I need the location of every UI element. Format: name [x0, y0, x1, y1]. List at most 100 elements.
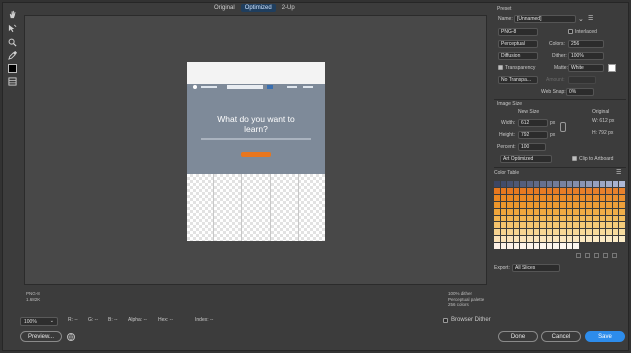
color-swatch[interactable] [520, 194, 526, 201]
tab-optimized[interactable]: Optimized [240, 4, 276, 12]
color-swatch[interactable] [599, 222, 606, 229]
zoom-level-select[interactable]: 100% ⌄ [20, 317, 58, 326]
color-swatch[interactable] [579, 187, 586, 194]
link-constrain-icon[interactable] [560, 122, 566, 132]
color-swatch[interactable] [573, 229, 579, 236]
color-swatch[interactable] [606, 201, 612, 208]
delete-color-icon[interactable] [612, 253, 617, 258]
color-swatch[interactable] [592, 187, 599, 194]
color-swatch[interactable] [553, 201, 559, 208]
color-reduction-select[interactable]: Perceptual [498, 40, 538, 48]
color-swatch[interactable] [599, 215, 606, 222]
color-swatch[interactable] [592, 236, 599, 243]
color-swatch[interactable] [494, 236, 500, 243]
colors-select[interactable]: 256 [568, 40, 604, 48]
color-swatch[interactable] [586, 236, 592, 243]
color-swatch[interactable] [586, 201, 592, 208]
color-swatch[interactable] [599, 229, 606, 236]
color-swatch[interactable] [599, 201, 606, 208]
color-swatch[interactable] [619, 222, 625, 229]
color-swatch[interactable] [494, 229, 500, 236]
color-swatch[interactable] [619, 201, 625, 208]
color-swatch[interactable] [526, 208, 533, 215]
color-swatch[interactable] [533, 194, 540, 201]
color-swatch[interactable] [612, 229, 619, 236]
eyedropper-icon[interactable] [6, 49, 18, 61]
color-swatch[interactable] [606, 229, 612, 236]
color-swatch[interactable] [599, 243, 606, 249]
browser-globe-icon[interactable] [67, 333, 75, 341]
color-table-menu-icon[interactable]: ☰ [616, 169, 621, 176]
color-swatch[interactable] [579, 215, 586, 222]
color-swatch[interactable] [579, 243, 586, 249]
color-swatch[interactable] [553, 181, 559, 187]
color-swatch[interactable] [566, 208, 573, 215]
color-swatch[interactable] [579, 236, 586, 243]
color-swatch[interactable] [559, 236, 566, 243]
color-swatch[interactable] [507, 181, 513, 187]
save-button[interactable]: Save [585, 331, 625, 342]
color-swatch[interactable] [540, 236, 546, 243]
color-swatch[interactable] [579, 222, 586, 229]
color-swatch[interactable] [513, 201, 520, 208]
color-swatch[interactable] [553, 208, 559, 215]
done-button[interactable]: Done [498, 331, 538, 342]
color-swatch[interactable] [513, 229, 520, 236]
color-swatch[interactable] [513, 181, 520, 187]
cancel-button[interactable]: Cancel [541, 331, 581, 342]
preset-menu-icon[interactable]: ☰ [588, 15, 593, 22]
color-swatch[interactable] [553, 215, 559, 222]
transparency-dither-select[interactable]: No Transpa... [498, 76, 538, 84]
transparency-checkbox[interactable] [498, 65, 503, 70]
browser-dither-checkbox[interactable] [443, 318, 448, 323]
color-swatch[interactable] [579, 208, 586, 215]
color-swatch[interactable] [566, 187, 573, 194]
color-swatch[interactable] [612, 181, 619, 187]
lock-color-icon[interactable] [594, 253, 599, 258]
color-swatch[interactable] [573, 208, 579, 215]
color-swatch[interactable] [586, 229, 592, 236]
color-swatch[interactable] [494, 208, 500, 215]
color-swatch[interactable] [606, 236, 612, 243]
export-select[interactable]: All Slices [512, 264, 560, 272]
map-color-icon[interactable] [576, 253, 581, 258]
color-swatch[interactable] [559, 215, 566, 222]
color-swatch[interactable] [559, 243, 566, 249]
color-swatch[interactable] [540, 201, 546, 208]
color-swatch[interactable] [513, 208, 520, 215]
clip-to-artboard-checkbox[interactable] [572, 156, 577, 161]
color-swatch[interactable] [500, 215, 507, 222]
color-swatch[interactable] [526, 187, 533, 194]
color-swatch[interactable] [592, 181, 599, 187]
dither-algorithm-select[interactable]: Diffusion [498, 52, 538, 60]
color-swatch[interactable] [619, 194, 625, 201]
color-swatch[interactable] [507, 187, 513, 194]
color-swatch[interactable] [619, 236, 625, 243]
color-swatch[interactable] [533, 229, 540, 236]
color-swatch[interactable] [526, 181, 533, 187]
zoom-icon[interactable] [6, 36, 18, 48]
color-swatch[interactable] [540, 208, 546, 215]
slice-select-icon[interactable] [6, 22, 18, 34]
color-swatch[interactable] [494, 194, 500, 201]
color-swatch[interactable] [573, 201, 579, 208]
color-swatch[interactable] [592, 208, 599, 215]
color-swatch[interactable] [559, 194, 566, 201]
color-swatch[interactable] [513, 236, 520, 243]
color-swatch[interactable] [520, 236, 526, 243]
color-swatch[interactable] [513, 187, 520, 194]
color-swatch[interactable] [513, 222, 520, 229]
color-swatch[interactable] [559, 222, 566, 229]
color-swatch[interactable] [606, 208, 612, 215]
color-swatch[interactable] [619, 181, 625, 187]
color-swatch[interactable] [573, 222, 579, 229]
color-swatch[interactable] [599, 194, 606, 201]
color-swatch[interactable] [573, 215, 579, 222]
tab-2-up[interactable]: 2-Up [278, 4, 299, 12]
color-swatch[interactable] [520, 181, 526, 187]
color-swatch[interactable] [606, 194, 612, 201]
color-swatch[interactable] [586, 222, 592, 229]
chevron-down-icon[interactable]: ⌄ [578, 15, 584, 23]
eyedropper-color-swatch-icon[interactable] [6, 62, 18, 74]
color-swatch[interactable] [500, 243, 507, 249]
